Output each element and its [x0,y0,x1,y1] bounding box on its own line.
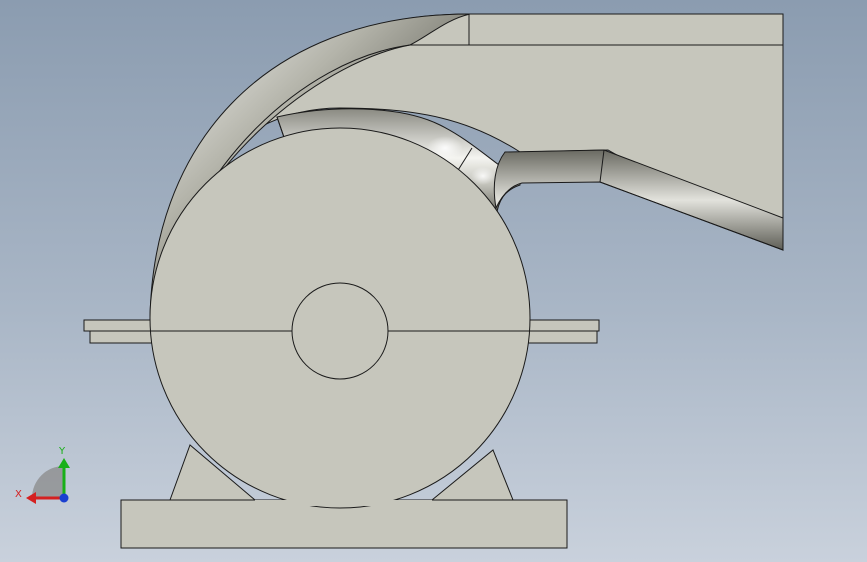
shaft-hub[interactable] [291,282,389,380]
x-axis-label: X [15,489,22,500]
y-axis-arrowhead [58,458,70,468]
blower-fan-model[interactable] [0,0,867,562]
base-merge [255,500,432,506]
y-axis-label: Y [58,446,66,457]
z-axis-dot [59,493,69,503]
x-axis-arrowhead [26,492,36,504]
view-orientation-triad[interactable]: X Y [10,440,80,515]
tube-highlight-2 [471,167,495,185]
triad-plane-icon [32,466,64,498]
cad-graphics-viewport[interactable]: X Y [0,0,867,562]
